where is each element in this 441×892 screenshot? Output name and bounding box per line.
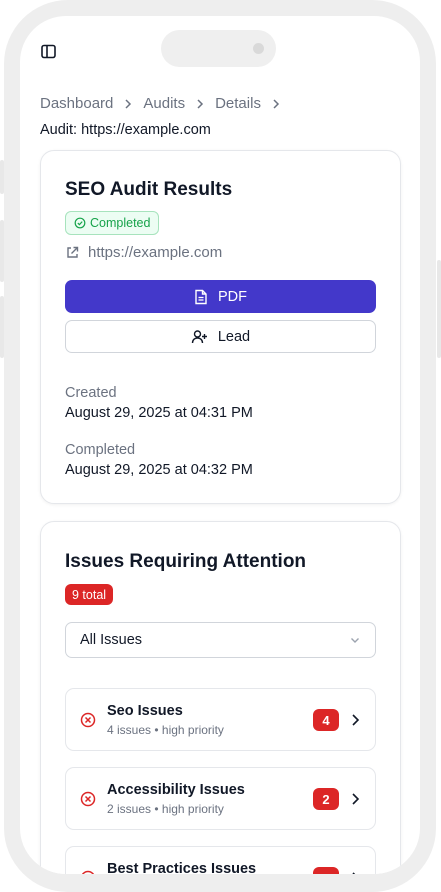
issue-count-badge	[313, 867, 339, 874]
filter-value: All Issues	[80, 632, 143, 648]
file-text-icon	[195, 289, 207, 304]
pdf-button[interactable]: PDF	[65, 280, 376, 313]
created-value: August 29, 2025 at 04:31 PM	[65, 405, 253, 421]
issue-row-best-practices[interactable]: Best Practices Issues	[65, 846, 376, 874]
chevron-right-icon	[197, 98, 204, 109]
issues-title: Issues Requiring Attention	[65, 551, 307, 572]
issues-card: Issues Requiring Attention 9 total All I…	[40, 521, 401, 874]
issue-row-seo[interactable]: Seo Issues 4 issues • high priority 4	[65, 688, 376, 751]
chevron-right-icon	[352, 793, 360, 805]
issue-count-badge: 2	[313, 788, 339, 810]
pdf-button-label: PDF	[218, 288, 247, 305]
issue-row-accessibility[interactable]: Accessibility Issues 2 issues • high pri…	[65, 767, 376, 830]
breadcrumb-details[interactable]: Details	[215, 95, 261, 112]
card-title: SEO Audit Results	[65, 179, 233, 200]
x-circle-icon	[80, 791, 96, 807]
phone-power-button	[437, 260, 441, 358]
chevron-right-icon	[125, 98, 132, 109]
phone-volume-down-button	[0, 296, 4, 358]
audit-label: Audit: https://example.com	[40, 122, 211, 138]
camera-dot	[253, 43, 264, 54]
completed-label: Completed	[65, 442, 136, 458]
phone-side-button	[0, 160, 4, 194]
external-link-icon	[67, 246, 79, 258]
dynamic-island	[161, 30, 276, 67]
user-plus-icon	[191, 329, 207, 343]
issue-title: Accessibility Issues	[107, 782, 245, 798]
audit-url: https://example.com	[88, 244, 223, 261]
audit-results-card: SEO Audit Results Completed https://exam…	[40, 150, 401, 504]
lead-button-label: Lead	[217, 328, 251, 345]
issue-count-badge: 4	[313, 709, 339, 731]
chevron-right-icon	[352, 872, 356, 874]
x-circle-icon	[81, 870, 95, 874]
issue-title: Seo Issues	[107, 703, 183, 719]
issue-subtitle: 2 issues • high priority	[107, 802, 224, 816]
status-label: Completed	[90, 216, 151, 230]
check-circle-icon	[74, 217, 86, 229]
screen: Dashboard Audits Details Audit: https://…	[20, 16, 420, 874]
lead-button[interactable]: Lead	[65, 320, 376, 353]
completed-value: August 29, 2025 at 04:32 PM	[65, 462, 253, 478]
created-label: Created	[65, 385, 117, 401]
breadcrumb-audits[interactable]: Audits	[143, 95, 185, 112]
issue-subtitle: 4 issues • high priority	[107, 723, 224, 737]
issues-filter-select[interactable]: All Issues	[65, 622, 376, 658]
total-badge: 9 total	[65, 584, 114, 605]
breadcrumb-dashboard[interactable]: Dashboard	[40, 95, 113, 112]
phone-volume-up-button	[0, 220, 4, 282]
chevron-right-icon	[352, 714, 360, 726]
chevron-right-icon	[273, 98, 280, 109]
breadcrumb: Dashboard Audits Details	[40, 95, 281, 112]
chevron-down-icon	[351, 638, 359, 643]
status-badge: Completed	[65, 211, 160, 235]
audit-url-link[interactable]: https://example.com	[65, 244, 222, 261]
x-circle-icon	[80, 712, 96, 728]
sidebar-toggle-icon[interactable]	[40, 43, 58, 61]
issue-title: Best Practices Issues	[107, 861, 257, 874]
